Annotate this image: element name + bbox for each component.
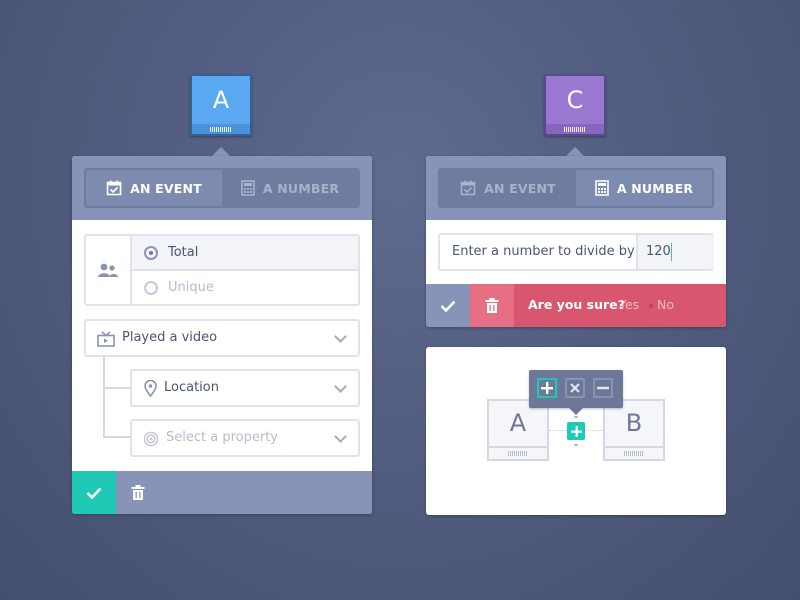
- diagram-node-b-letter: B: [625, 409, 643, 437]
- check-icon: [440, 300, 456, 312]
- delete-button[interactable]: [116, 471, 160, 514]
- tree-connector-branch-2: [103, 436, 131, 438]
- check-icon: [86, 487, 102, 499]
- tile-c[interactable]: C: [544, 74, 606, 136]
- property-select-location[interactable]: Location: [130, 369, 360, 407]
- tile-a-grip: [192, 124, 250, 134]
- diagram-node-a-letter: A: [509, 409, 527, 437]
- tab-a-number-label: A NUMBER: [616, 180, 694, 196]
- operator-minus-button[interactable]: [593, 378, 613, 398]
- divide-number-input[interactable]: 120: [636, 235, 714, 269]
- left-panel-header: AN EVENT A NUMBER: [72, 156, 372, 220]
- chevron-down-icon: [334, 430, 347, 443]
- tab-an-event[interactable]: AN EVENT: [440, 170, 576, 206]
- operator-popup-pointer: [569, 408, 583, 415]
- radio-option-total-label: Total: [168, 245, 199, 260]
- formula-diagram-panel: A B: [426, 347, 726, 515]
- tile-a-letter: A: [212, 86, 230, 114]
- tile-c-letter: C: [566, 86, 584, 114]
- target-icon: [143, 431, 159, 447]
- radio-selected-icon: [144, 245, 158, 260]
- diagram-node-a-grip: [489, 446, 547, 459]
- confirm-bar: Are you sure? Yes No: [426, 284, 726, 327]
- tab-an-event-label: AN EVENT: [484, 180, 556, 196]
- tab-a-number[interactable]: A NUMBER: [576, 170, 712, 206]
- trash-icon: [485, 297, 499, 313]
- operator-plus-button[interactable]: [537, 378, 557, 398]
- diagram-node-b[interactable]: B: [603, 399, 665, 461]
- map-pin-icon: [144, 380, 157, 397]
- tv-icon: [97, 331, 115, 347]
- right-panel-pointer: [566, 147, 584, 156]
- right-type-toggle: AN EVENT A NUMBER: [438, 168, 714, 208]
- divide-number-label: Enter a number to divide by: [452, 244, 635, 259]
- badge-handle-bottom: [574, 444, 578, 446]
- delete-button[interactable]: [470, 284, 514, 327]
- radio-option-total[interactable]: Total: [132, 236, 358, 271]
- confirm-question: Are you sure?: [528, 297, 625, 312]
- radio-option-unique[interactable]: Unique: [132, 271, 358, 304]
- confirm-no-link[interactable]: No: [657, 297, 674, 312]
- multiply-icon: [570, 383, 580, 393]
- chevron-down-icon: [334, 330, 347, 343]
- left-panel-footer: [72, 471, 372, 514]
- right-panel-header: AN EVENT A NUMBER: [426, 156, 726, 220]
- radio-unselected-icon: [144, 280, 158, 295]
- tile-a[interactable]: A: [190, 74, 252, 136]
- event-select-label: Played a video: [122, 330, 218, 345]
- property-select-empty-placeholder: Select a property: [166, 430, 278, 445]
- plus-icon: [541, 382, 553, 394]
- calendar-check-icon: [460, 180, 476, 196]
- text-caret: [671, 243, 672, 261]
- chevron-down-icon: [334, 380, 347, 393]
- calendar-check-icon: [106, 180, 122, 196]
- users-icon-cell: [86, 236, 132, 304]
- right-panel: AN EVENT A NUMBER Enter a number to divi…: [426, 156, 726, 327]
- calculator-icon: [595, 180, 609, 196]
- left-panel-pointer: [212, 147, 230, 156]
- radio-option-unique-label: Unique: [168, 280, 214, 295]
- plus-icon: [570, 425, 582, 437]
- tab-an-event[interactable]: AN EVENT: [86, 170, 222, 206]
- left-type-toggle: AN EVENT A NUMBER: [84, 168, 360, 208]
- tile-c-grip: [546, 124, 604, 134]
- tab-a-number[interactable]: A NUMBER: [222, 170, 358, 206]
- confirm-button[interactable]: [426, 284, 470, 327]
- diagram-node-a[interactable]: A: [487, 399, 549, 461]
- badge-handle-top: [574, 416, 578, 418]
- divide-number-value: 120: [646, 244, 671, 259]
- operator-popup: [529, 370, 623, 408]
- users-icon: [98, 263, 118, 277]
- left-panel: AN EVENT A NUMBER Total Unique Played a …: [72, 156, 372, 514]
- calculator-icon: [241, 180, 255, 196]
- confirm-button[interactable]: [72, 471, 116, 514]
- separator-dot: [649, 304, 653, 308]
- tree-connector: [103, 357, 105, 437]
- property-select-location-label: Location: [164, 380, 219, 395]
- tree-connector-branch-1: [103, 387, 131, 389]
- minus-icon: [597, 386, 609, 390]
- aggregation-radio-group: Total Unique: [84, 234, 360, 306]
- operator-multiply-button[interactable]: [565, 378, 585, 398]
- property-select-empty[interactable]: Select a property: [130, 419, 360, 457]
- tab-a-number-label: A NUMBER: [262, 180, 340, 196]
- trash-icon: [131, 484, 145, 500]
- active-operator-badge[interactable]: [567, 422, 585, 440]
- tab-an-event-label: AN EVENT: [130, 180, 202, 196]
- diagram-node-b-grip: [605, 446, 663, 459]
- confirm-yes-link[interactable]: Yes: [619, 297, 639, 312]
- event-select[interactable]: Played a video: [84, 319, 360, 357]
- divide-number-row: Enter a number to divide by 120: [438, 233, 714, 271]
